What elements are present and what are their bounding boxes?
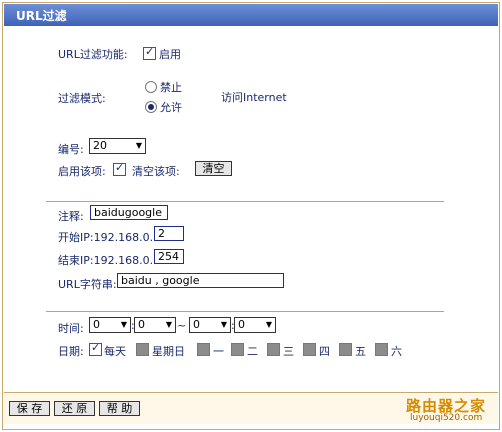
start-ip-label: 开始IP:192.168.0.: [58, 231, 154, 244]
restore-button[interactable]: 还 原: [54, 401, 95, 416]
time-label: 时间:: [58, 322, 84, 335]
day-label-tue: 二: [247, 345, 258, 358]
chevron-down-icon: ▼: [135, 141, 142, 150]
time-tilde: ~: [177, 319, 187, 332]
mode-allow-radio[interactable]: [145, 100, 157, 113]
start-ip-input[interactable]: 2: [154, 226, 184, 241]
chevron-down-icon: ▼: [265, 320, 272, 329]
url-filter-label: URL过滤功能:: [58, 48, 128, 61]
mode-allow-label: 允许: [160, 101, 182, 114]
chevron-down-icon: ▼: [120, 320, 127, 329]
end-minute-select[interactable]: 0 ▼: [234, 317, 276, 333]
watermark-url: luyouqi520.com: [410, 413, 483, 423]
start-hour-select[interactable]: 0 ▼: [89, 317, 131, 333]
separator: [46, 201, 444, 202]
day-label-thu: 四: [319, 345, 330, 358]
title-bar: URL过滤: [4, 4, 498, 26]
footer-divider: [4, 392, 498, 393]
clear-button[interactable]: 清空: [195, 161, 232, 176]
chevron-down-icon: ▼: [165, 320, 172, 329]
end-ip-label: 结束IP:192.168.0.: [58, 254, 154, 267]
url-filter-checkbox[interactable]: [143, 45, 156, 60]
mode-suffix: 访问Internet: [221, 91, 287, 104]
day-checkbox-tue[interactable]: [231, 342, 244, 356]
end-ip-input[interactable]: 254: [154, 249, 184, 264]
end-hour-select[interactable]: 0 ▼: [189, 317, 231, 333]
separator: [46, 311, 444, 312]
day-checkbox-wed[interactable]: [267, 342, 280, 356]
entry-enable-checkbox[interactable]: [113, 161, 126, 176]
filter-mode-label: 过滤模式:: [58, 92, 106, 105]
day-label-everyday: 每天: [104, 345, 126, 358]
entry-enable-label: 启用该项:: [58, 165, 106, 178]
note-label: 注释:: [58, 210, 84, 223]
save-button[interactable]: 保 存: [9, 401, 50, 416]
day-label-wed: 三: [283, 345, 294, 358]
day-checkbox-mon[interactable]: [197, 342, 210, 356]
number-select[interactable]: 20 ▼: [89, 138, 146, 154]
mode-deny-label: 禁止: [160, 81, 182, 94]
day-checkbox-sunday[interactable]: [136, 342, 149, 356]
day-label-sunday: 星期日: [152, 345, 185, 358]
day-checkbox-everyday[interactable]: [89, 341, 102, 356]
number-label: 编号:: [58, 143, 84, 156]
entry-clear-label: 清空该项:: [132, 165, 180, 178]
chevron-down-icon: ▼: [220, 320, 227, 329]
day-checkbox-fri[interactable]: [339, 342, 352, 356]
url-filter-enable-label: 启用: [159, 48, 181, 61]
help-button[interactable]: 帮 助: [99, 401, 140, 416]
day-label-sat: 六: [391, 345, 402, 358]
start-minute-select[interactable]: 0 ▼: [134, 317, 176, 333]
note-input[interactable]: baidugoogle: [90, 205, 168, 220]
url-string-label: URL字符串:: [58, 278, 117, 291]
day-label-mon: 一: [213, 345, 224, 358]
day-label-fri: 五: [355, 345, 366, 358]
date-label: 日期:: [58, 345, 84, 358]
day-checkbox-sat[interactable]: [375, 342, 388, 356]
day-checkbox-thu[interactable]: [303, 342, 316, 356]
url-string-input[interactable]: baidu , google: [117, 273, 284, 288]
mode-deny-radio[interactable]: [145, 80, 157, 93]
page-title: URL过滤: [16, 9, 67, 23]
